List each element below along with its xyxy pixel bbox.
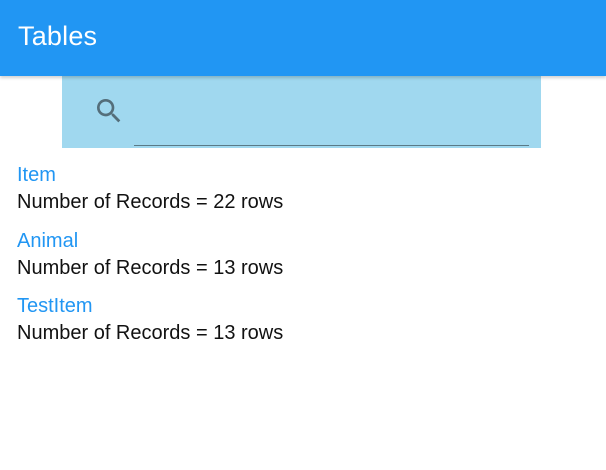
table-name[interactable]: TestItem	[17, 293, 577, 320]
table-name[interactable]: Item	[17, 162, 577, 189]
list-item[interactable]: Item Number of Records = 22 rows	[17, 162, 577, 228]
page-title: Tables	[18, 21, 98, 51]
search-icon[interactable]	[93, 95, 125, 127]
table-record-count: Number of Records = 13 rows	[17, 256, 284, 279]
table-record-count: Number of Records = 13 rows	[17, 322, 284, 344]
search-input[interactable]	[134, 88, 529, 146]
table-name[interactable]: Animal	[17, 228, 577, 255]
app-window: Tables Item Number of Records = 22 rows …	[0, 0, 606, 470]
table-list: Item Number of Records = 22 rows Animal …	[17, 162, 577, 359]
table-record-count: Number of Records = 22 rows	[17, 191, 284, 213]
list-item[interactable]: TestItem Number of Records = 13 rows	[17, 293, 577, 359]
app-bar: Tables	[0, 0, 606, 76]
list-item[interactable]: Animal Number of Records = 13 rows	[17, 228, 577, 294]
